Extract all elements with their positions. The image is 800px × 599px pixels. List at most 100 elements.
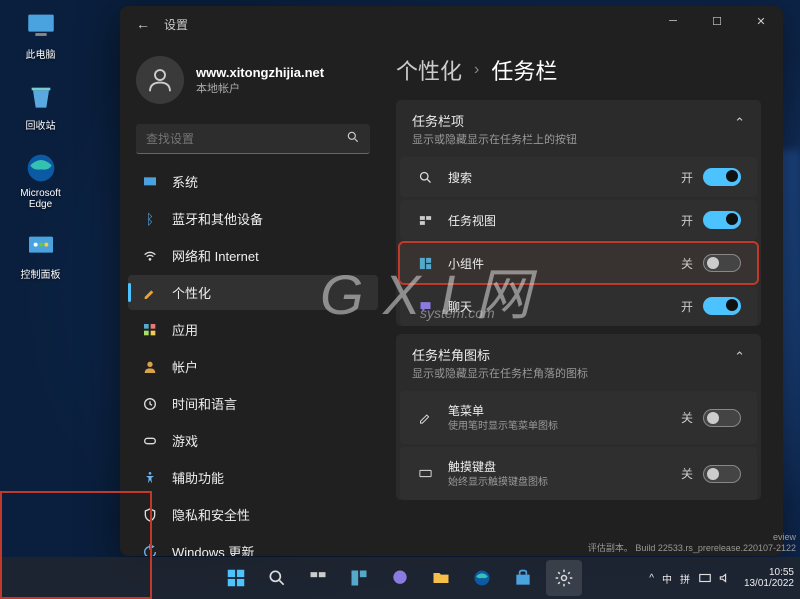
user-block[interactable]: www.xitongzhijia.net 本地帐户 [128, 50, 378, 118]
toggle-state: 关 [681, 409, 693, 426]
row-subtitle: 使用笔时显示笔菜单图标 [448, 420, 681, 433]
wifi-icon [142, 248, 158, 264]
sidebar-item-gaming[interactable]: 游戏 [128, 423, 378, 458]
taskbar-chat[interactable] [382, 560, 418, 596]
titlebar: ← 设置 ─ ☐ ✕ [120, 6, 783, 42]
account-icon [142, 359, 158, 375]
row-title: 搜索 [448, 169, 681, 186]
chevron-up-icon: ⌃ [734, 349, 745, 365]
sidebar-item-privacy[interactable]: 隐私和安全性 [128, 497, 378, 532]
search-icon [416, 168, 434, 186]
sidebar-item-system[interactable]: 系统 [128, 164, 378, 199]
taskbar-taskview[interactable] [300, 560, 336, 596]
nav-list: 系统 ᛒ 蓝牙和其他设备 网络和 Internet 个性化 应用 [128, 164, 378, 556]
sidebar-item-label: 个性化 [172, 283, 211, 302]
bluetooth-icon: ᛒ [142, 211, 158, 227]
section-header[interactable]: 任务栏项 显示或隐藏显示在任务栏上的按钮 ⌃ [396, 100, 761, 157]
start-button[interactable] [218, 560, 254, 596]
row-title: 触摸键盘 [448, 458, 681, 475]
toggle-widgets[interactable] [703, 254, 741, 272]
sidebar-item-label: 帐户 [172, 357, 198, 376]
tray-chevron[interactable]: ^ [649, 573, 654, 584]
sidebar-item-network[interactable]: 网络和 Internet [128, 238, 378, 273]
desktop-icon-pc[interactable]: 此电脑 [8, 8, 73, 61]
toggle-keyboard[interactable] [703, 465, 741, 483]
setting-row-search: 搜索 开 [400, 157, 757, 197]
sidebar: www.xitongzhijia.net 本地帐户 系统 ᛒ 蓝牙和其他设备 [120, 42, 382, 556]
desktop-icon-control[interactable]: 控制面板 [8, 228, 73, 281]
desktop-icon-label: 回收站 [26, 117, 56, 132]
chevron-up-icon: ⌃ [734, 115, 745, 131]
section-header[interactable]: 任务栏角图标 显示或隐藏显示在任务栏角落的图标 ⌃ [396, 334, 761, 391]
trash-icon [23, 79, 59, 115]
sidebar-item-time[interactable]: 时间和语言 [128, 386, 378, 421]
setting-row-keyboard: 触摸键盘 始终显示触摸键盘图标 关 [400, 447, 757, 500]
breadcrumb-current: 任务栏 [491, 54, 557, 86]
search-input[interactable] [146, 132, 346, 146]
settings-window: ← 设置 ─ ☐ ✕ www.xitongzhijia.net 本地帐户 [120, 6, 783, 556]
shield-icon [142, 507, 158, 523]
taskbar-edge[interactable] [464, 560, 500, 596]
row-title: 任务视图 [448, 212, 681, 229]
accessibility-icon [142, 470, 158, 486]
game-icon [142, 433, 158, 449]
desktop-icons: 此电脑 回收站 Microsoft Edge 控制面板 [8, 8, 73, 281]
section-subtitle: 显示或隐藏显示在任务栏上的按钮 [412, 131, 577, 147]
maximize-button[interactable]: ☐ [695, 6, 739, 36]
tray-icons[interactable] [698, 571, 732, 585]
toggle-search[interactable] [703, 168, 741, 186]
sidebar-item-personalization[interactable]: 个性化 [128, 275, 378, 310]
desktop-icon-label: 此电脑 [26, 46, 56, 61]
clock[interactable]: 10:55 13/01/2022 [744, 567, 794, 590]
build-line: 评估副本。 Build 22533.rs_prerelease.220107-2… [588, 543, 796, 555]
breadcrumb-parent[interactable]: 个性化 [396, 54, 462, 86]
taskbar-settings[interactable] [546, 560, 582, 596]
sidebar-item-apps[interactable]: 应用 [128, 312, 378, 347]
sidebar-item-accounts[interactable]: 帐户 [128, 349, 378, 384]
sidebar-item-accessibility[interactable]: 辅助功能 [128, 460, 378, 495]
sidebar-item-bluetooth[interactable]: ᛒ 蓝牙和其他设备 [128, 201, 378, 236]
taskview-icon [416, 211, 434, 229]
sidebar-item-update[interactable]: Windows 更新 [128, 534, 378, 556]
clock-date: 13/01/2022 [744, 578, 794, 590]
keyboard-icon [416, 465, 434, 483]
section-title: 任务栏角图标 [412, 345, 588, 364]
taskbar-store[interactable] [505, 560, 541, 596]
control-panel-icon [23, 228, 59, 264]
window-title: 设置 [164, 16, 188, 33]
update-icon [142, 544, 158, 557]
back-button[interactable]: ← [136, 16, 150, 32]
section-corner-icons: 任务栏角图标 显示或隐藏显示在任务栏角落的图标 ⌃ 笔菜单 使用笔时显示笔菜单图… [396, 334, 761, 500]
chevron-right-icon: › [474, 61, 479, 79]
tray-ime[interactable]: 中 [662, 571, 672, 586]
toggle-taskview[interactable] [703, 211, 741, 229]
minimize-button[interactable]: ─ [651, 6, 695, 36]
toggle-state: 开 [681, 212, 693, 229]
toggle-chat[interactable] [703, 297, 741, 315]
sidebar-item-label: 隐私和安全性 [172, 505, 250, 524]
main-content: 个性化 › 任务栏 任务栏项 显示或隐藏显示在任务栏上的按钮 ⌃ 搜索 开 [382, 42, 783, 556]
taskbar-widgets[interactable] [341, 560, 377, 596]
system-icon [142, 174, 158, 190]
toggle-state: 开 [681, 298, 693, 315]
taskbar-explorer[interactable] [423, 560, 459, 596]
tray-ime[interactable]: 拼 [680, 571, 690, 586]
pen-icon [416, 409, 434, 427]
taskbar-search[interactable] [259, 560, 295, 596]
setting-row-taskview: 任务视图 开 [400, 200, 757, 240]
desktop-icon-trash[interactable]: 回收站 [8, 79, 73, 132]
volume-icon [718, 571, 732, 585]
sidebar-item-label: 辅助功能 [172, 468, 224, 487]
sidebar-item-label: 蓝牙和其他设备 [172, 209, 263, 228]
taskbar-tray: ^ 中 拼 10:55 13/01/2022 [649, 567, 794, 590]
row-title: 小组件 [448, 255, 681, 272]
section-title: 任务栏项 [412, 111, 577, 130]
desktop-icon-edge[interactable]: Microsoft Edge [8, 150, 73, 210]
toggle-pen[interactable] [703, 409, 741, 427]
chat-icon [416, 297, 434, 315]
close-button[interactable]: ✕ [739, 6, 783, 36]
search-box[interactable] [136, 124, 370, 154]
toggle-state: 关 [681, 465, 693, 482]
sidebar-item-label: 游戏 [172, 431, 198, 450]
edge-icon [23, 150, 59, 186]
